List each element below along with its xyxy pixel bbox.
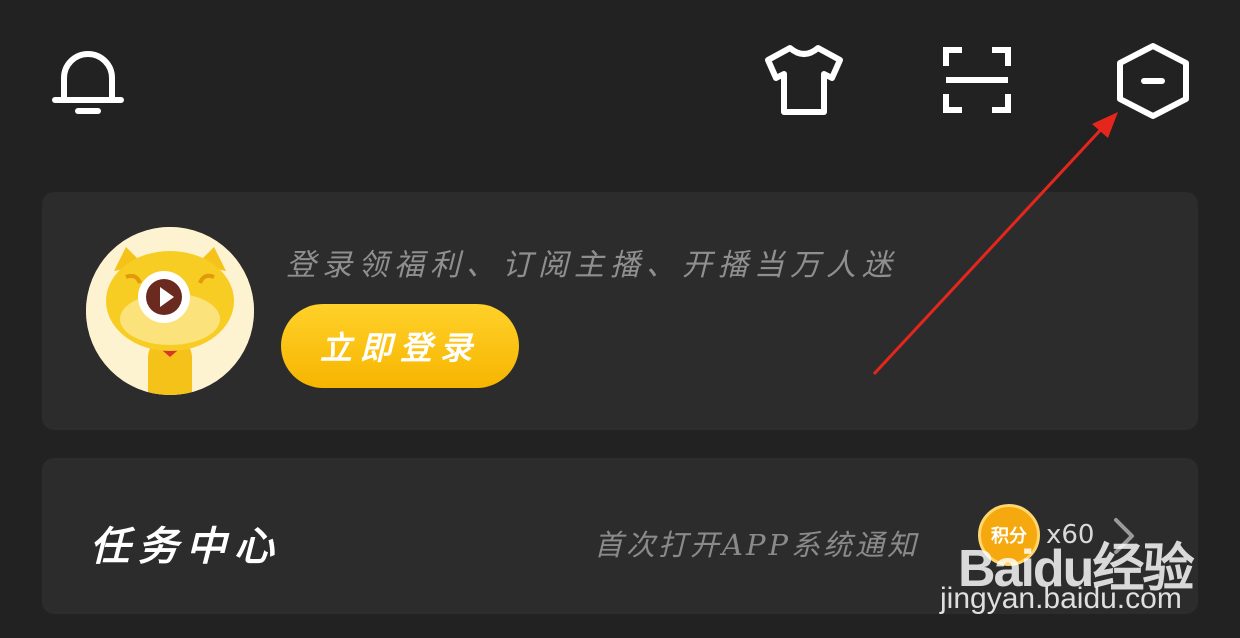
login-button[interactable]: 立即登录 bbox=[281, 304, 519, 388]
task-center-title: 任务中心 bbox=[90, 523, 282, 570]
bell-icon[interactable] bbox=[52, 44, 124, 116]
tshirt-icon[interactable] bbox=[764, 44, 844, 116]
scan-icon[interactable] bbox=[942, 46, 1012, 114]
points-value: x60 bbox=[1046, 520, 1095, 550]
settings-hexagon-icon[interactable] bbox=[1116, 42, 1190, 120]
points-coin-icon: 积分 bbox=[978, 504, 1040, 566]
login-tagline: 登录领福利、订阅主播、开播当万人迷 bbox=[286, 248, 898, 283]
mascot-cat-icon bbox=[86, 227, 254, 395]
points-badge-label: 积分 bbox=[991, 526, 1027, 547]
task-description: 首次打开APP系统通知 bbox=[594, 528, 919, 562]
task-center-card[interactable]: 任务中心 首次打开APP系统通知 积分 x60 bbox=[42, 458, 1198, 614]
login-card: 登录领福利、订阅主播、开播当万人迷 立即登录 bbox=[42, 192, 1198, 430]
chevron-right-icon[interactable] bbox=[1110, 516, 1138, 556]
avatar[interactable] bbox=[86, 227, 254, 395]
